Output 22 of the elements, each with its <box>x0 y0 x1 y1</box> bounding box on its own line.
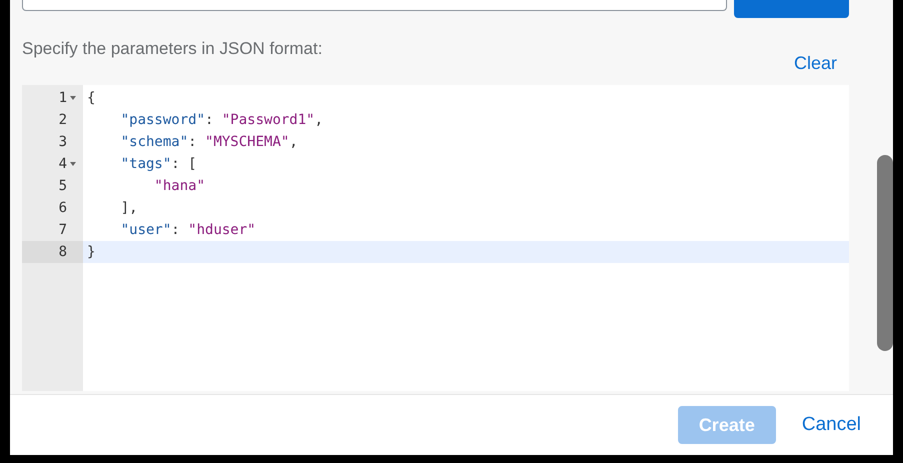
code-line: "user": "hduser" <box>120 221 257 240</box>
code-line: "tags": [ <box>120 155 198 174</box>
code-line: "schema": "MYSCHEMA", <box>120 133 299 152</box>
clear-link[interactable]: Clear <box>794 53 837 74</box>
code-line: { <box>86 89 96 108</box>
fold-caret-icon[interactable] <box>69 94 77 102</box>
line-number: 6 <box>58 200 67 216</box>
line-number: 5 <box>58 178 67 194</box>
line-number: 3 <box>58 134 67 150</box>
line-number: 2 <box>58 112 67 128</box>
instruction-text: Specify the parameters in JSON format: <box>22 39 322 59</box>
cancel-button[interactable]: Cancel <box>790 406 873 444</box>
scrollbar-thumb[interactable] <box>877 155 893 351</box>
line-number: 7 <box>58 222 67 238</box>
line-number: 8 <box>58 244 67 260</box>
code-line: ], <box>120 199 139 218</box>
code-line: "hana" <box>153 177 206 196</box>
fold-caret-icon[interactable] <box>69 160 77 168</box>
code-editor[interactable]: 1 2 3 4 5 6 7 8 { "password": "Password1", "schema": "MYSCHEMA", "tags": [ "hana" ], "user": "hduser" } <box>22 85 849 391</box>
line-number: 4 <box>58 156 67 172</box>
line-number: 1 <box>58 90 67 106</box>
code-line: "password": "Password1", <box>120 111 324 130</box>
